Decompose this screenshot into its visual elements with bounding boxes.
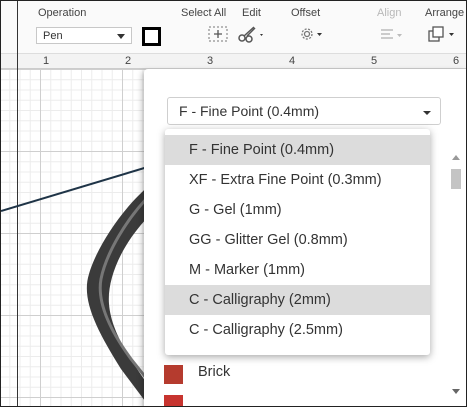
color-item[interactable] (164, 393, 424, 406)
horizontal-ruler: 1 2 3 4 5 6 (1, 54, 466, 69)
pen-option-calligraphy-2-5mm[interactable]: C - Calligraphy (2.5mm) (165, 315, 430, 345)
ruler-mark: 6 (453, 55, 460, 67)
pen-color-swatch[interactable] (142, 27, 161, 46)
arrange-icon[interactable] (427, 25, 461, 47)
ruler-mark: 2 (125, 55, 132, 67)
select-all-label: Select All (181, 7, 227, 19)
pen-option-calligraphy-2mm[interactable]: C - Calligraphy (2mm) (165, 285, 430, 315)
pen-type-dropdown[interactable]: F - Fine Point (0.4mm) (167, 97, 441, 125)
offset-label: Offset (291, 7, 321, 19)
panel-scrollbar[interactable] (448, 149, 464, 401)
pen-option-glitter-gel[interactable]: GG - Glitter Gel (0.8mm) (165, 225, 430, 255)
pen-type-menu: F - Fine Point (0.4mm) XF - Extra Fine P… (165, 129, 430, 355)
operation-label: Operation (38, 7, 87, 19)
offset-icon[interactable] (298, 25, 324, 47)
edit-label: Edit (242, 7, 261, 19)
pen-option-extra-fine-point[interactable]: XF - Extra Fine Point (0.3mm) (165, 165, 430, 195)
pen-option-marker[interactable]: M - Marker (1mm) (165, 255, 430, 285)
color-item-brick[interactable]: Brick (164, 363, 424, 385)
chevron-down-icon (423, 111, 431, 115)
pen-type-selected: F - Fine Point (0.4mm) (179, 103, 320, 119)
color-swatch (164, 395, 183, 406)
align-label: Align (377, 7, 402, 19)
app-window: Operation Pen Select All Edit Offset Ali… (0, 0, 467, 407)
pen-option-fine-point[interactable]: F - Fine Point (0.4mm) (165, 135, 430, 165)
align-icon (379, 27, 405, 47)
operation-select[interactable]: Pen (36, 27, 132, 44)
ruler-mark: 5 (371, 55, 378, 67)
scroll-up-icon[interactable] (452, 155, 460, 160)
operation-select-value: Pen (43, 30, 63, 42)
scroll-down-icon[interactable] (452, 389, 460, 394)
toolbar: Operation Pen Select All Edit Offset Ali… (1, 1, 466, 54)
select-all-icon[interactable] (207, 25, 229, 47)
chevron-down-icon (117, 34, 125, 39)
ruler-mark: 1 (43, 55, 50, 67)
scissors-icon[interactable] (237, 25, 265, 47)
color-label: Brick (198, 364, 231, 380)
pen-option-gel[interactable]: G - Gel (1mm) (165, 195, 430, 225)
ruler-mark: 4 (289, 55, 296, 67)
ruler-mark: 3 (207, 55, 214, 67)
arrange-label: Arrange (425, 7, 465, 19)
color-swatch (164, 365, 183, 384)
scroll-thumb[interactable] (451, 169, 461, 189)
